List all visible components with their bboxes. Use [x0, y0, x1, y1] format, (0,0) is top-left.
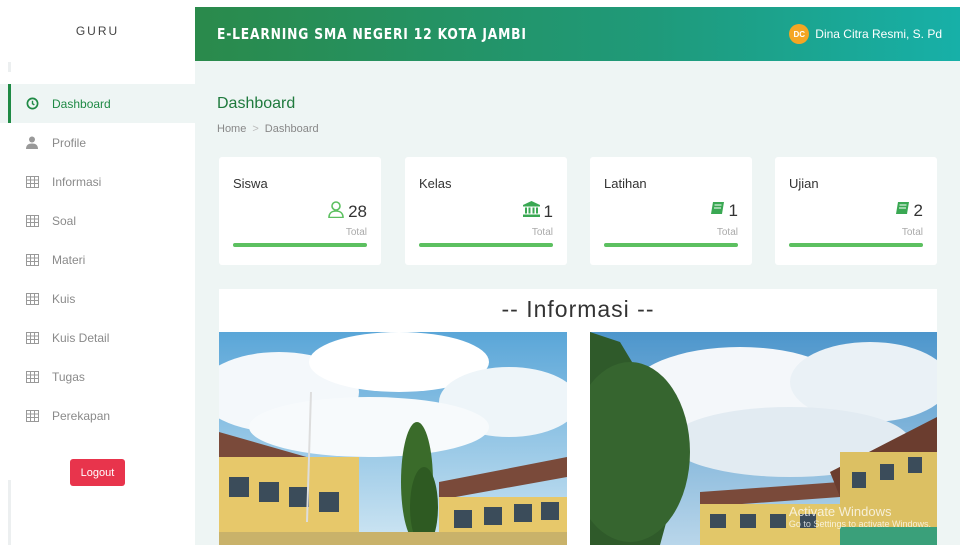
activate-windows-watermark: Activate Windows Go to Settings to activ…: [789, 504, 931, 529]
sidebar-brand: GURU: [75, 24, 120, 38]
stat-card-kelas: Kelas 1 Total: [405, 157, 567, 265]
sidebar-item-informasi[interactable]: Informasi: [0, 162, 195, 201]
informasi-title: -- Informasi --: [501, 296, 655, 322]
sidebar-item-kuis-detail[interactable]: Kuis Detail: [0, 318, 195, 357]
breadcrumb: Home > Dashboard: [217, 123, 319, 135]
stat-card-latihan: Latihan 1 Total: [590, 157, 752, 265]
table-icon: [25, 292, 39, 306]
table-icon: [25, 331, 39, 345]
stat-value-group: 1: [522, 201, 553, 222]
table-icon: [25, 253, 39, 267]
progress-fill: [604, 243, 738, 247]
stat-label: Siswa: [233, 176, 268, 191]
sidebar-item-label: Soal: [52, 213, 77, 228]
stat-label: Latihan: [604, 176, 647, 191]
user-outline-icon: [328, 201, 344, 223]
sidebar-divider: [8, 62, 187, 72]
progress-bar: [789, 243, 923, 247]
progress-fill: [419, 243, 553, 247]
stat-value: 2: [913, 201, 923, 220]
sidebar-item-label: Profile: [52, 135, 87, 150]
stat-value-group: 28: [328, 201, 367, 223]
stat-value-group: 2: [895, 201, 923, 221]
stat-value: 28: [348, 202, 367, 221]
school-photo-right[interactable]: Activate Windows Go to Settings to activ…: [590, 332, 937, 545]
breadcrumb-current: Dashboard: [264, 123, 319, 135]
sidebar-item-label: Perekapan: [52, 408, 111, 423]
stat-card-siswa: Siswa 28 Total: [219, 157, 381, 265]
sidebar-item-label: Materi: [52, 252, 86, 267]
book-icon: [895, 201, 910, 221]
stat-value: 1: [728, 201, 738, 220]
stat-card-ujian: Ujian 2 Total: [775, 157, 937, 265]
watermark-title: Activate Windows: [788, 504, 892, 519]
table-icon: [25, 214, 39, 228]
breadcrumb-home[interactable]: Home: [217, 123, 246, 135]
progress-fill: [789, 243, 923, 247]
table-icon: [25, 370, 39, 384]
table-icon: [25, 175, 39, 189]
progress-bar: [604, 243, 738, 247]
stat-total-label: Total: [716, 227, 738, 238]
school-photo-left[interactable]: [219, 332, 567, 545]
sidebar-item-kuis[interactable]: Kuis: [0, 279, 195, 318]
user-name: Dina Citra Resmi, S. Pd: [815, 27, 942, 41]
sidebar-divider: [8, 480, 11, 545]
sidebar-item-label: Dashboard: [52, 96, 111, 111]
sidebar-item-label: Informasi: [52, 174, 102, 189]
logout-wrapper: Logout: [0, 459, 195, 486]
book-icon: [710, 201, 725, 221]
sidebar-item-materi[interactable]: Materi: [0, 240, 195, 279]
breadcrumb-separator: >: [252, 123, 259, 135]
watermark-subtitle: Go to Settings to activate Windows.: [788, 519, 931, 529]
logout-button[interactable]: Logout: [70, 459, 125, 486]
sidebar-item-label: Kuis Detail: [52, 330, 110, 345]
table-icon: [25, 409, 39, 423]
stat-value-group: 1: [710, 201, 738, 221]
app-title: E-LEARNING SMA NEGERI 12 KOTA JAMBI: [217, 25, 527, 43]
main-content: Dashboard Home > Dashboard Siswa 28 Tota…: [195, 61, 960, 545]
stat-value: 1: [543, 201, 553, 221]
page-title: Dashboard: [217, 95, 296, 112]
sidebar-item-perekapan[interactable]: Perekapan: [0, 396, 195, 435]
sidebar-item-profile[interactable]: Profile: [0, 123, 195, 162]
sidebar-item-tugas[interactable]: Tugas: [0, 357, 195, 396]
user-icon: [25, 136, 39, 150]
progress-fill: [233, 243, 367, 247]
stat-total-label: Total: [531, 227, 553, 238]
avatar: DC: [789, 24, 810, 44]
stat-label: Kelas: [419, 176, 452, 191]
bank-icon: [522, 201, 540, 222]
top-header: E-LEARNING SMA NEGERI 12 KOTA JAMBI DC D…: [195, 7, 960, 61]
progress-bar: [233, 243, 367, 247]
sidebar-item-label: Kuis: [52, 291, 76, 306]
sidebar-item-label: Tugas: [52, 369, 85, 384]
clock-icon: [25, 97, 39, 111]
sidebar-item-dashboard[interactable]: Dashboard: [0, 84, 195, 123]
informasi-panel: -- Informasi -- Activate Windows Go to S…: [219, 289, 937, 545]
progress-bar: [419, 243, 553, 247]
stat-label: Ujian: [789, 176, 819, 191]
stat-total-label: Total: [345, 227, 367, 238]
user-menu[interactable]: DC Dina Citra Resmi, S. Pd: [789, 24, 942, 44]
stat-total-label: Total: [901, 227, 923, 238]
sidebar-item-soal[interactable]: Soal: [0, 201, 195, 240]
sidebar-menu: Dashboard Profile Informasi Soal Materi: [0, 84, 195, 435]
sidebar: GURU Dashboard Profile Informasi Soal Ma…: [0, 0, 195, 545]
